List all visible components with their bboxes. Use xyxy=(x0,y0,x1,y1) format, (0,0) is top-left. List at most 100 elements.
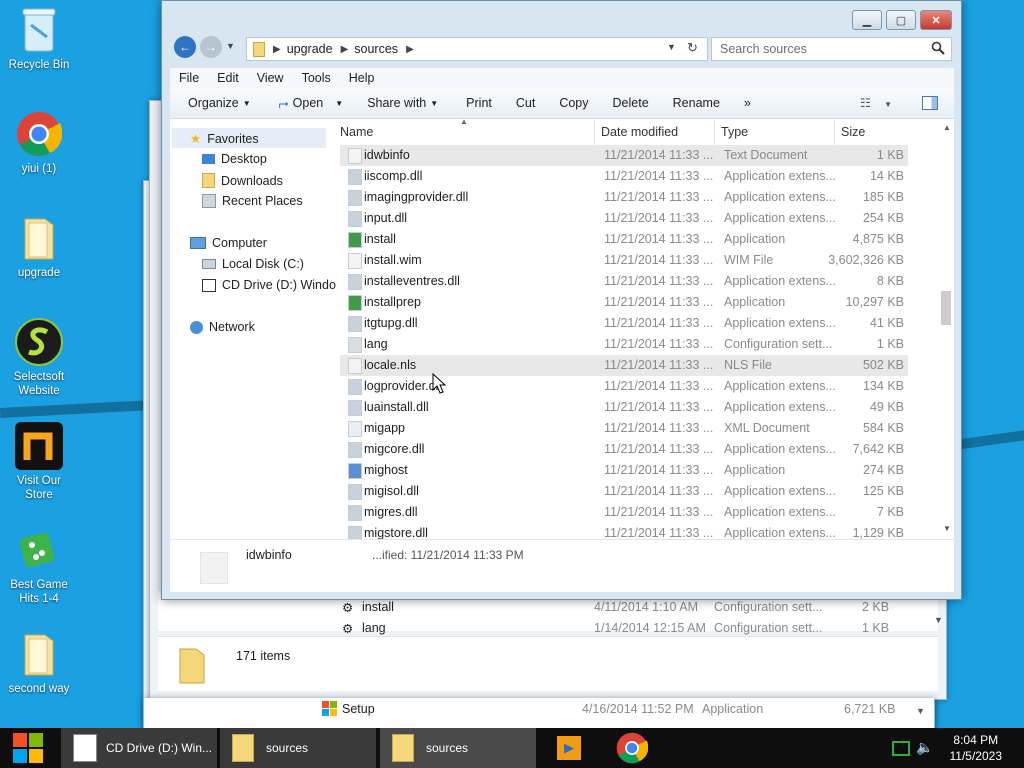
file-row[interactable]: mighost 11/21/2014 11:33 ... Application 27… xyxy=(340,460,908,481)
file-row[interactable]: logprovider.dll 11/21/2014 11:33 ... Appli… xyxy=(340,376,908,397)
cut-button[interactable]: Cut xyxy=(506,96,545,110)
volume-muted-icon[interactable]: 🔈 xyxy=(916,739,933,756)
file-row[interactable]: installprep 11/21/2014 11:33 ... Applicati… xyxy=(340,292,908,313)
folder-icon xyxy=(15,214,63,262)
nav-downloads[interactable]: Downloads xyxy=(202,173,283,188)
copy-button[interactable]: Copy xyxy=(549,96,598,110)
file-row[interactable]: iiscomp.dll 11/21/2014 11:33 ... Applicati… xyxy=(340,166,908,187)
background-window-strip[interactable]: Setup 4/16/2014 11:52 PM Application 6,7… xyxy=(143,698,935,729)
network-status-icon[interactable] xyxy=(892,741,910,756)
desktop-icon-second-way[interactable]: second way xyxy=(4,630,74,696)
desktop-icon-yiui[interactable]: yiui (1) xyxy=(4,110,74,176)
breadcrumb-sources[interactable]: sources xyxy=(354,42,398,56)
taskbar-app-sources-2[interactable]: sources xyxy=(380,728,536,768)
vertical-scrollbar[interactable]: ▲ ▼ xyxy=(940,119,954,539)
file-row[interactable]: migisol.dll 11/21/2014 11:33 ... Applicati… xyxy=(340,481,908,502)
open-button[interactable]: ⮣ Open ▼ xyxy=(269,96,354,111)
file-row[interactable]: migcore.dll 11/21/2014 11:33 ... Applicati… xyxy=(340,439,908,460)
recent-locations-dropdown[interactable]: ▼ xyxy=(226,41,235,51)
file-row[interactable]: locale.nls 11/21/2014 11:33 ... NLS File 50… xyxy=(340,355,908,376)
scrollbar-thumb[interactable] xyxy=(941,291,951,325)
scroll-up-arrow[interactable]: ▲ xyxy=(943,123,951,132)
menu-help[interactable]: Help xyxy=(340,71,384,85)
file-size: 1,129 KB xyxy=(852,526,904,539)
column-divider xyxy=(714,119,715,145)
back-button[interactable]: ← xyxy=(174,36,196,58)
desktop-icon-store[interactable]: Visit Our Store xyxy=(4,422,74,502)
file-row[interactable]: luainstall.dll 11/21/2014 11:33 ... Applic… xyxy=(340,397,908,418)
nav-local-disk[interactable]: Local Disk (C:) xyxy=(202,257,304,271)
address-bar[interactable]: ▶ upgrade ▶ sources ▶ ▼ ↻ xyxy=(246,37,708,61)
organize-button[interactable]: Organize ▼ xyxy=(178,96,261,110)
column-name[interactable]: Name xyxy=(340,125,373,139)
breadcrumb-separator: ▶ xyxy=(406,43,414,55)
print-button[interactable]: Print xyxy=(456,96,502,110)
taskbar-chrome[interactable] xyxy=(614,728,650,768)
file-row[interactable]: input.dll 11/21/2014 11:33 ... Application… xyxy=(340,208,908,229)
search-icon[interactable] xyxy=(931,41,945,58)
explorer-window[interactable]: ▁ ▢ ✕ ← → ▼ ▶ upgrade ▶ sources ▶ ▼ ↻ Se… xyxy=(161,0,962,600)
column-size[interactable]: Size xyxy=(841,125,865,139)
file-date: 11/21/2014 11:33 ... xyxy=(604,274,714,288)
file-name: idwbinfo xyxy=(364,148,410,162)
more-commands-button[interactable]: » xyxy=(734,96,761,110)
selectsoft-icon xyxy=(15,318,63,366)
taskbar-app-cd-drive[interactable]: CD Drive (D:) Win... xyxy=(61,728,217,768)
file-row[interactable]: idwbinfo 11/21/2014 11:33 ... Text Documen… xyxy=(340,145,908,166)
nav-network[interactable]: Network xyxy=(190,320,255,334)
taskbar-media-player[interactable]: ▶ xyxy=(552,728,586,768)
address-dropdown[interactable]: ▼ xyxy=(667,42,676,52)
file-row[interactable]: lang 11/21/2014 11:33 ... Configuration se… xyxy=(340,334,908,355)
taskbar-clock[interactable]: 8:04 PM 11/5/2023 xyxy=(950,732,1003,764)
rename-button[interactable]: Rename xyxy=(663,96,730,110)
file-row[interactable]: migres.dll 11/21/2014 11:33 ... Applicatio… xyxy=(340,502,908,523)
background-file-row[interactable]: Setup 4/16/2014 11:52 PM Application 6,7… xyxy=(318,699,918,720)
search-input[interactable]: Search sources xyxy=(711,37,952,61)
forward-button[interactable]: → xyxy=(200,36,222,58)
share-with-button[interactable]: Share with ▼ xyxy=(357,96,448,110)
breadcrumb-upgrade[interactable]: upgrade xyxy=(287,42,333,56)
start-button[interactable] xyxy=(0,728,56,768)
delete-button[interactable]: Delete xyxy=(603,96,659,110)
menu-edit[interactable]: Edit xyxy=(208,71,248,85)
scroll-down-arrow[interactable]: ▼ xyxy=(943,524,951,533)
file-row[interactable]: installeventres.dll 11/21/2014 11:33 ... A… xyxy=(340,271,908,292)
background-file-row[interactable]: ⚙ install 4/11/2014 1:10 AM Configuratio… xyxy=(334,597,914,618)
blank-file-icon xyxy=(348,358,362,374)
file-row[interactable]: install 11/21/2014 11:33 ... Application 4,… xyxy=(340,229,908,250)
media-player-icon: ▶ xyxy=(557,736,581,760)
desktop-icon-upgrade[interactable]: upgrade xyxy=(4,214,74,280)
file-size: 1 KB xyxy=(876,337,904,351)
preview-pane-button[interactable] xyxy=(922,96,938,110)
desktop-icon-game-hits[interactable]: Best Game Hits 1-4 xyxy=(4,526,74,606)
file-date: 11/21/2014 11:33 ... xyxy=(604,379,714,393)
nav-favorites[interactable]: ★ Favorites xyxy=(190,131,259,147)
minimize-button[interactable]: ▁ xyxy=(852,10,882,30)
taskbar-app-sources-1[interactable]: sources xyxy=(220,728,376,768)
nav-label: Computer xyxy=(212,236,267,250)
nav-computer[interactable]: Computer xyxy=(190,236,267,250)
file-row[interactable]: imagingprovider.dll 11/21/2014 11:33 ... A… xyxy=(340,187,908,208)
scroll-down-arrow[interactable]: ▼ xyxy=(934,615,943,625)
nav-desktop[interactable]: Desktop xyxy=(202,152,267,166)
file-row[interactable]: itgtupg.dll 11/21/2014 11:33 ... Applicati… xyxy=(340,313,908,334)
scroll-down-arrow[interactable]: ▼ xyxy=(916,706,925,716)
column-type[interactable]: Type xyxy=(721,125,748,139)
view-options-button[interactable]: ☷ ▼ xyxy=(860,96,892,110)
column-date-modified[interactable]: Date modified xyxy=(601,125,678,139)
nav-cd-drive[interactable]: CD Drive (D:) Windo xyxy=(202,278,336,292)
menu-view[interactable]: View xyxy=(248,71,293,85)
desktop-icon-selectsoft[interactable]: Selectsoft Website xyxy=(4,318,74,398)
file-row[interactable]: install.wim 11/21/2014 11:33 ... WIM File 3… xyxy=(340,250,908,271)
maximize-button[interactable]: ▢ xyxy=(886,10,916,30)
menu-tools[interactable]: Tools xyxy=(293,71,340,85)
file-row[interactable]: migapp 11/21/2014 11:33 ... XML Document 58… xyxy=(340,418,908,439)
file-size: 1 KB xyxy=(876,148,904,162)
close-button[interactable]: ✕ xyxy=(920,10,952,30)
refresh-icon[interactable]: ↻ xyxy=(687,40,698,56)
nav-recent-places[interactable]: Recent Places xyxy=(202,194,303,208)
file-date: 11/21/2014 11:33 ... xyxy=(604,148,714,162)
desktop-icon-recycle-bin[interactable]: Recycle Bin xyxy=(4,6,74,72)
file-row[interactable]: migstore.dll 11/21/2014 11:33 ... Applicat… xyxy=(340,523,908,539)
menu-file[interactable]: File xyxy=(170,71,208,85)
